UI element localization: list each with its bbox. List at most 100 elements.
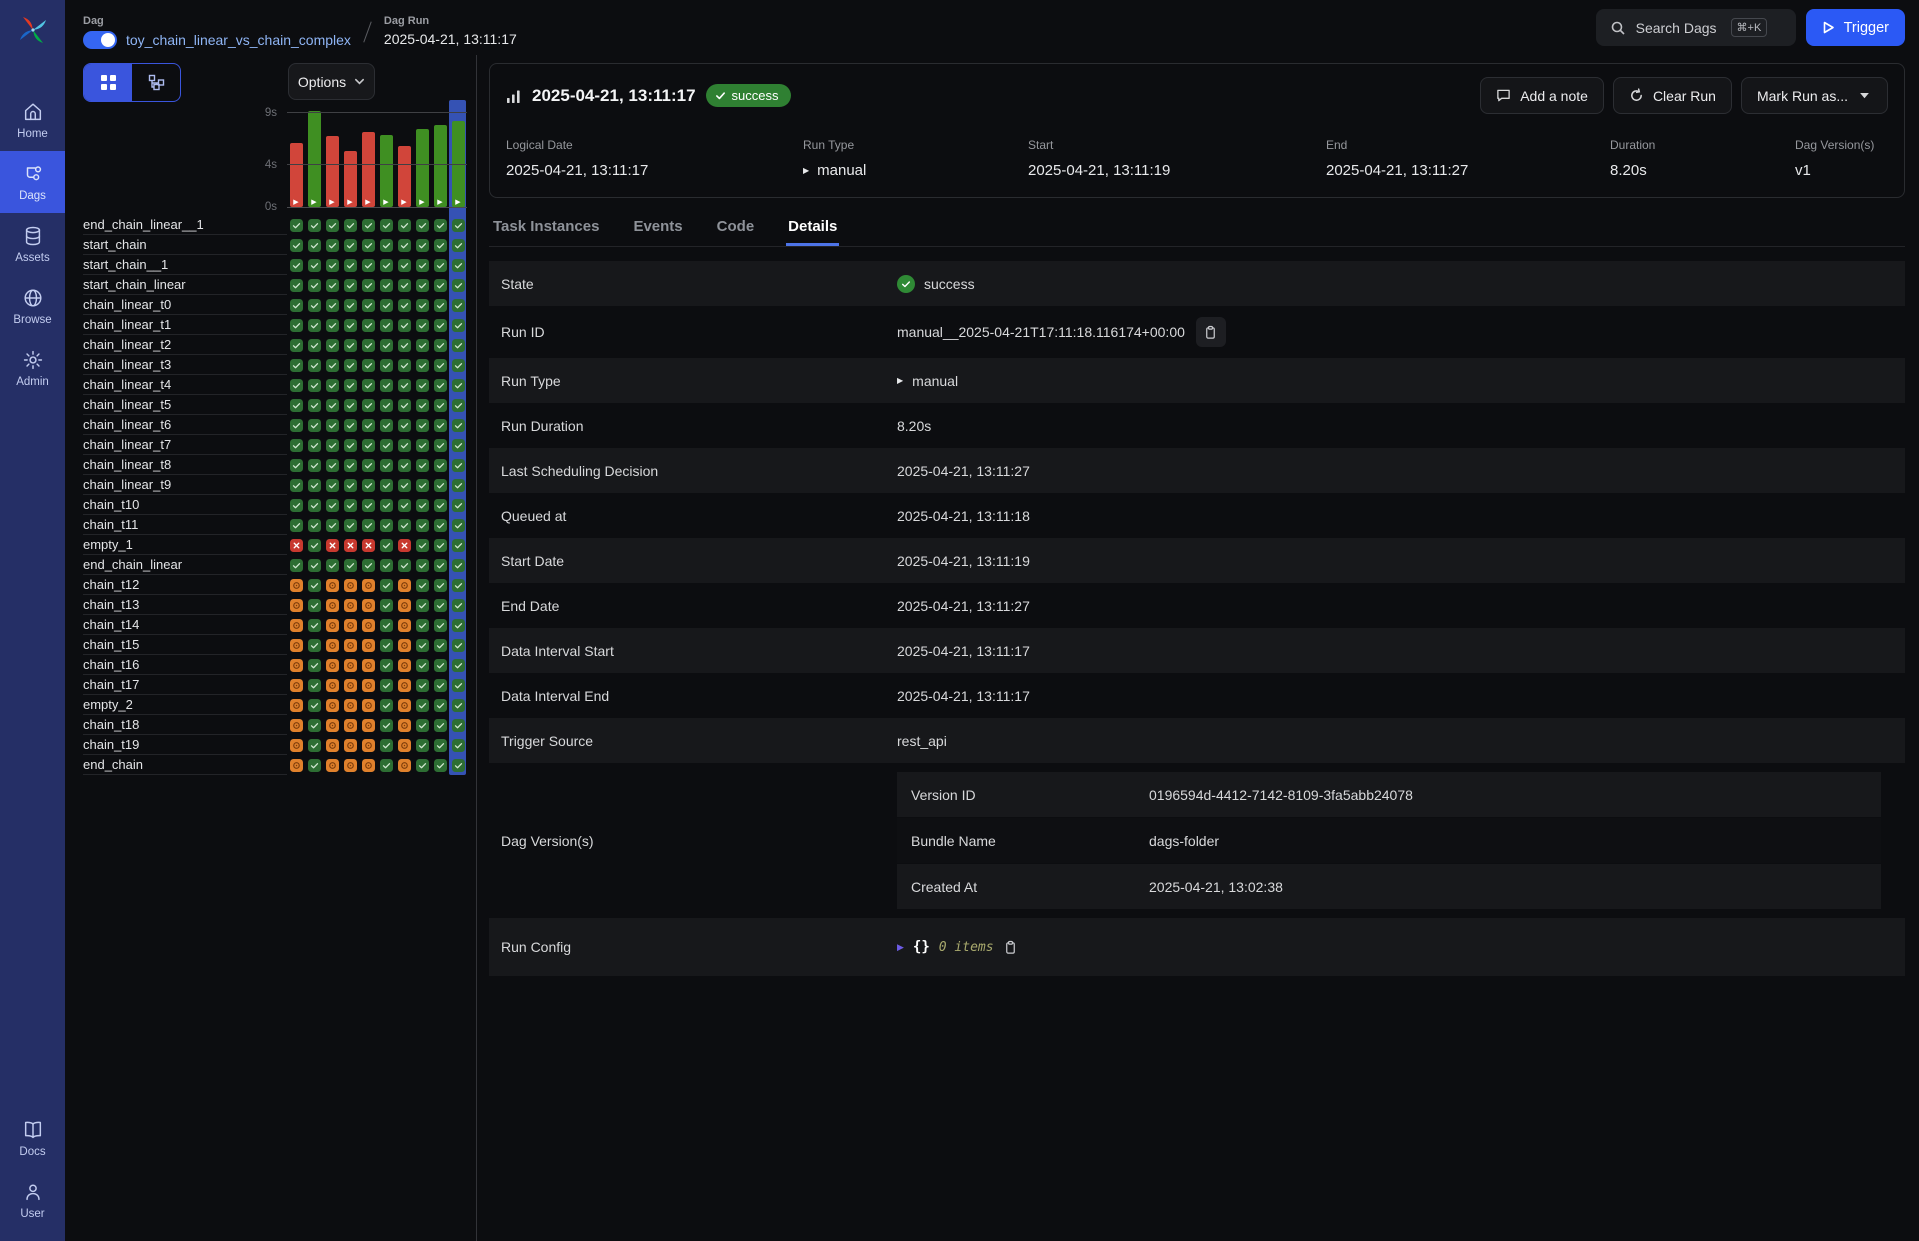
task-instance-success[interactable] [305,435,323,455]
task-instance-success[interactable] [377,575,395,595]
run-bar[interactable]: ▶ [413,99,431,207]
task-name-link[interactable]: chain_linear_t0 [83,295,287,315]
task-instance-success[interactable] [341,355,359,375]
task-instance-success[interactable] [413,655,431,675]
task-name-link[interactable]: chain_linear_t6 [83,415,287,435]
task-instance-success[interactable] [287,475,305,495]
task-instance-success[interactable] [305,495,323,515]
task-instance-success[interactable] [449,675,467,695]
task-instance-failed[interactable] [323,535,341,555]
task-instance-upstream-failed[interactable] [341,595,359,615]
task-instance-success[interactable] [359,275,377,295]
task-instance-success[interactable] [377,375,395,395]
task-instance-success[interactable] [377,555,395,575]
task-instance-upstream-failed[interactable] [359,595,377,615]
task-instance-success[interactable] [359,475,377,495]
task-instance-success[interactable] [323,515,341,535]
task-instance-success[interactable] [341,515,359,535]
task-instance-upstream-failed[interactable] [323,595,341,615]
task-instance-success[interactable] [449,435,467,455]
search-input[interactable]: Search Dags ⌘+K [1596,9,1796,46]
task-instance-success[interactable] [341,215,359,235]
task-name-link[interactable]: chain_t11 [83,515,287,535]
task-instance-upstream-failed[interactable] [359,715,377,735]
task-instance-success[interactable] [359,415,377,435]
task-instance-success[interactable] [305,275,323,295]
sidebar-item-assets[interactable]: Assets [0,213,65,275]
tab-events[interactable]: Events [631,212,684,246]
task-instance-upstream-failed[interactable] [359,675,377,695]
task-instance-success[interactable] [287,455,305,475]
task-instance-failed[interactable] [359,535,377,555]
task-instance-success[interactable] [431,315,449,335]
task-instance-upstream-failed[interactable] [395,635,413,655]
task-instance-success[interactable] [305,715,323,735]
task-instance-upstream-failed[interactable] [395,675,413,695]
clear-run-button[interactable]: Clear Run [1613,77,1732,114]
task-instance-success[interactable] [413,535,431,555]
task-instance-success[interactable] [431,495,449,515]
sidebar-item-docs[interactable]: Docs [0,1107,65,1169]
task-instance-success[interactable] [449,295,467,315]
task-instance-success[interactable] [413,235,431,255]
task-instance-success[interactable] [305,395,323,415]
task-instance-success[interactable] [395,475,413,495]
task-instance-success[interactable] [431,455,449,475]
task-instance-success[interactable] [449,395,467,415]
run-bar[interactable]: ▶ [305,99,323,207]
task-instance-success[interactable] [413,735,431,755]
task-instance-upstream-failed[interactable] [287,575,305,595]
task-instance-upstream-failed[interactable] [341,635,359,655]
task-name-link[interactable]: chain_linear_t9 [83,475,287,495]
task-instance-success[interactable] [305,535,323,555]
task-instance-success[interactable] [395,295,413,315]
sidebar-item-dags[interactable]: Dags [0,151,65,213]
sidebar-item-browse[interactable]: Browse [0,275,65,337]
task-instance-success[interactable] [395,555,413,575]
task-instance-upstream-failed[interactable] [359,615,377,635]
task-instance-success[interactable] [377,415,395,435]
task-instance-success[interactable] [431,715,449,735]
task-instance-success[interactable] [359,395,377,415]
run-bar[interactable]: ▶ [323,99,341,207]
trigger-button[interactable]: Trigger [1806,9,1905,46]
task-instance-success[interactable] [323,455,341,475]
task-instance-success[interactable] [287,255,305,275]
task-name-link[interactable]: chain_t18 [83,715,287,735]
task-instance-success[interactable] [413,675,431,695]
task-instance-success[interactable] [431,755,449,775]
task-instance-success[interactable] [431,595,449,615]
task-instance-success[interactable] [377,475,395,495]
task-instance-success[interactable] [395,355,413,375]
task-instance-success[interactable] [413,295,431,315]
task-instance-success[interactable] [413,475,431,495]
task-name-link[interactable]: chain_linear_t4 [83,375,287,395]
task-instance-upstream-failed[interactable] [323,715,341,735]
task-instance-success[interactable] [449,615,467,635]
task-instance-success[interactable] [395,415,413,435]
task-name-link[interactable]: start_chain_linear [83,275,287,295]
task-name-link[interactable]: chain_t16 [83,655,287,675]
task-instance-success[interactable] [377,515,395,535]
task-instance-success[interactable] [305,235,323,255]
task-instance-upstream-failed[interactable] [341,695,359,715]
task-instance-success[interactable] [395,495,413,515]
task-instance-success[interactable] [341,255,359,275]
task-instance-upstream-failed[interactable] [359,655,377,675]
task-instance-success[interactable] [449,715,467,735]
task-instance-upstream-failed[interactable] [395,655,413,675]
task-instance-success[interactable] [395,215,413,235]
task-instance-success[interactable] [431,335,449,355]
task-instance-success[interactable] [449,315,467,335]
task-instance-success[interactable] [341,455,359,475]
task-instance-upstream-failed[interactable] [287,635,305,655]
task-instance-success[interactable] [413,375,431,395]
task-instance-success[interactable] [341,495,359,515]
task-instance-success[interactable] [413,215,431,235]
task-instance-success[interactable] [305,755,323,775]
task-instance-success[interactable] [341,395,359,415]
task-name-link[interactable]: chain_t17 [83,675,287,695]
task-instance-success[interactable] [449,255,467,275]
run-bar[interactable]: ▶ [395,99,413,207]
task-instance-success[interactable] [359,315,377,335]
